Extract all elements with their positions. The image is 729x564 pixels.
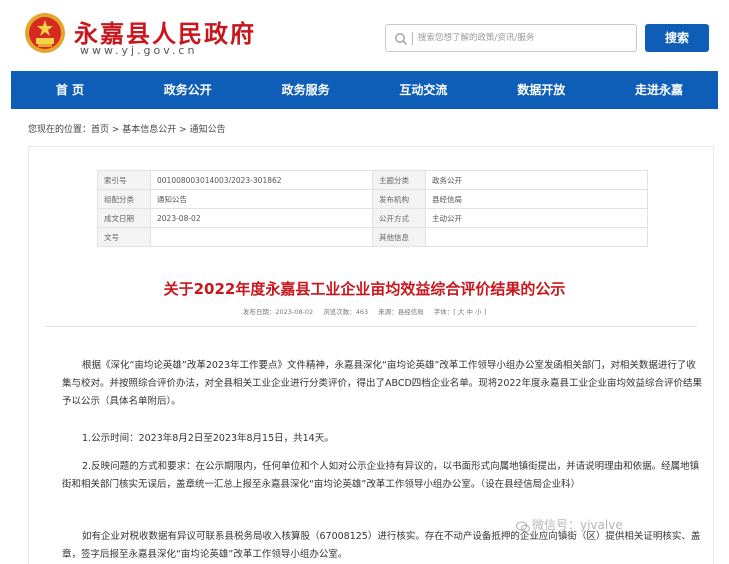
meta-key: 组配分类	[97, 189, 151, 209]
view-count: 浏览次数：463	[323, 308, 369, 316]
search-button[interactable]: 搜索	[645, 24, 709, 52]
meta-value	[425, 227, 648, 247]
article-paragraph: 2.反映问题的方式和要求：在公示期限内，任何单位和个人如对公示企业持有异议的，以…	[62, 461, 700, 490]
meta-key: 索引号	[97, 170, 151, 190]
nav-item-open-data[interactable]: 数据开放	[482, 71, 600, 109]
breadcrumb: 您现在的位置：首页 > 基本信息公开 > 通知公告	[28, 122, 226, 135]
breadcrumb-separator: >	[176, 125, 190, 135]
nav-item-interaction[interactable]: 互动交流	[364, 71, 482, 109]
main-nav: 首 页 政务公开 政务服务 互动交流 数据开放 走进永嘉	[11, 71, 718, 109]
article-source: 来源：县经信局	[378, 308, 424, 316]
search-input[interactable]	[418, 28, 632, 48]
search-icon	[395, 33, 407, 45]
wechat-watermark: 微信号：yjvalve	[532, 518, 623, 532]
meta-key: 公开方式	[372, 208, 426, 228]
article-info: 发布日期：2023-08-02 浏览次数：463 来源：县经信局 字体：[ 大 …	[0, 306, 729, 316]
table-row: 成文日期 2023-08-02 公开方式 主动公开	[97, 208, 648, 228]
article-title: 关于2022年度永嘉县工业企业亩均效益综合评价结果的公示	[163, 280, 566, 298]
nav-item-home[interactable]: 首 页	[11, 71, 129, 109]
meta-value	[150, 227, 373, 247]
meta-key: 成文日期	[97, 208, 151, 228]
meta-key: 其他信息	[372, 227, 426, 247]
meta-key: 发布机构	[372, 189, 426, 209]
document-meta-table: 索引号 001008003014003/2023-301862 主题分类 政务公…	[97, 170, 648, 247]
breadcrumb-prefix: 您现在的位置：	[28, 125, 92, 135]
table-row: 组配分类 通知公告 发布机构 县经信局	[97, 189, 648, 209]
article-paragraph: 1.公示时间：2023年8月2日至2023年8月15日，共14天。	[82, 433, 334, 444]
meta-key: 文号	[97, 227, 151, 247]
breadcrumb-item-basic-info[interactable]: 基本信息公开	[122, 122, 176, 135]
nav-item-gov-services[interactable]: 政务服务	[247, 71, 365, 109]
search-box[interactable]	[385, 24, 637, 52]
search-divider	[412, 32, 413, 45]
site-header: 永嘉县人民政府 www.yj.gov.cn 搜索	[0, 0, 729, 70]
wechat-icon	[516, 521, 530, 533]
meta-value: 县经信局	[425, 189, 648, 209]
meta-value: 通知公告	[150, 189, 373, 209]
meta-value: 主动公开	[425, 208, 648, 228]
meta-value: 政务公开	[425, 170, 648, 190]
meta-key: 主题分类	[372, 170, 426, 190]
publish-date: 发布日期：2023-08-02	[242, 308, 314, 316]
meta-value: 2023-08-02	[150, 208, 373, 228]
national-emblem-icon	[25, 13, 65, 53]
title-divider	[45, 326, 697, 327]
breadcrumb-separator: >	[109, 125, 123, 135]
nav-item-about-yongjia[interactable]: 走进永嘉	[600, 71, 718, 109]
article-paragraph: 如有企业对税收数据有异议可联系县税务局收入核算股（67008125）进行核实。存…	[62, 531, 701, 560]
table-row: 文号 其他信息	[97, 227, 648, 247]
font-size-switcher[interactable]: 字体：[ 大 中 小 ]	[434, 308, 486, 316]
meta-value: 001008003014003/2023-301862	[150, 170, 373, 190]
breadcrumb-item-notices[interactable]: 通知公告	[190, 122, 226, 135]
breadcrumb-item-home[interactable]: 首页	[91, 122, 109, 135]
nav-item-gov-affairs-public[interactable]: 政务公开	[129, 71, 247, 109]
article-paragraph: 根据《深化“亩均论英雄”改革2023年工作要点》文件精神，永嘉县深化“亩均论英雄…	[62, 360, 702, 407]
site-url: www.yj.gov.cn	[80, 44, 198, 57]
table-row: 索引号 001008003014003/2023-301862 主题分类 政务公…	[97, 170, 648, 190]
